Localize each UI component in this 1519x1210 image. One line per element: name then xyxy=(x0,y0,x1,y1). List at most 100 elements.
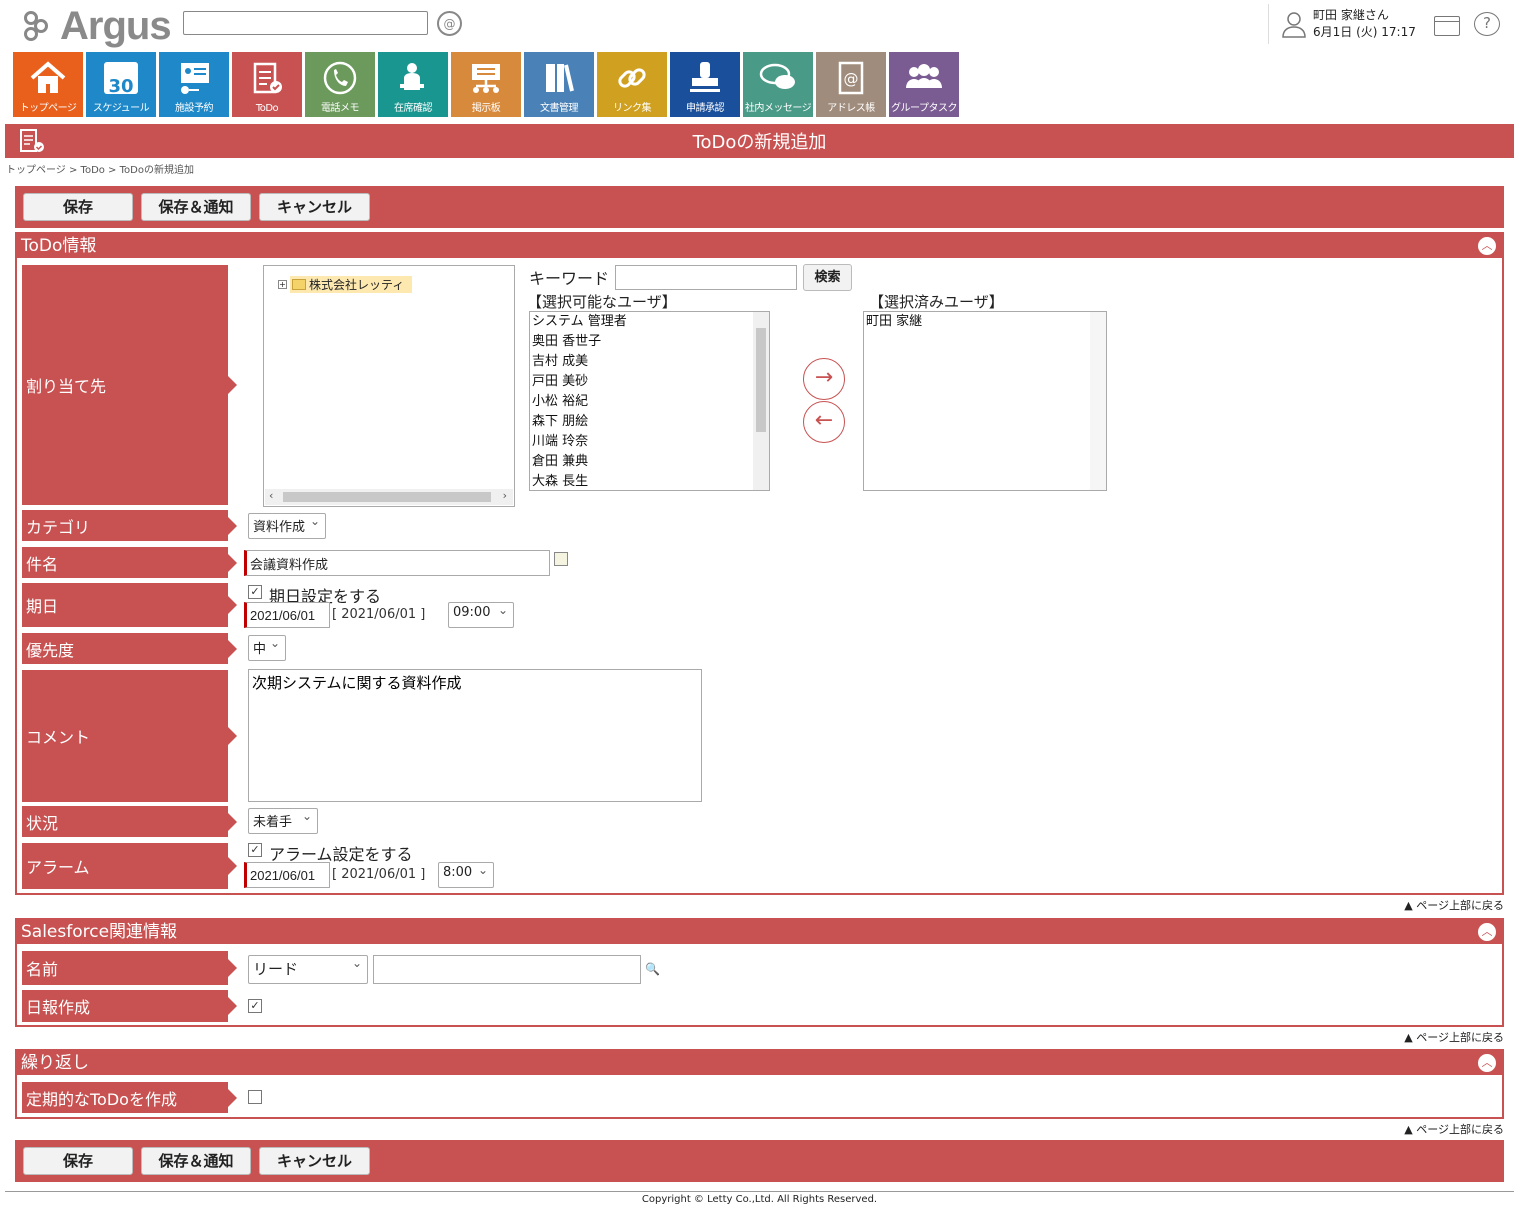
name-label: 名前 xyxy=(22,951,237,985)
search-icon[interactable]: @ xyxy=(437,11,462,36)
daily-report-checkbox[interactable]: ✓ xyxy=(248,999,262,1013)
list-item[interactable]: 川端 玲奈 xyxy=(530,432,769,452)
due-date-display: [ 2021/06/01 ] xyxy=(332,607,426,622)
nav-address-book[interactable]: @ アドレス帳 xyxy=(816,52,886,117)
alarm-time-select[interactable]: 8:00 xyxy=(438,862,494,888)
nav-todo[interactable]: ToDo xyxy=(232,52,302,117)
list-item[interactable]: 森下 朋絵 xyxy=(530,412,769,432)
comment-textarea[interactable]: 次期システムに関する資料作成 xyxy=(248,669,702,802)
save-notify-button[interactable]: 保存＆通知 xyxy=(141,193,251,221)
subject-label: 件名 xyxy=(22,547,237,578)
horizontal-scrollbar[interactable]: ‹ › xyxy=(265,489,513,505)
bottom-action-bar: 保存 保存＆通知 キャンセル xyxy=(15,1140,1504,1182)
user-icon xyxy=(1282,12,1306,38)
nav-internal-message[interactable]: 社内メッセージ xyxy=(743,52,813,117)
selected-users-list[interactable]: 町田 家継 xyxy=(863,311,1107,491)
vertical-scrollbar[interactable] xyxy=(1090,312,1106,490)
alarm-date-input[interactable] xyxy=(244,862,330,888)
back-to-top-link[interactable]: ▲ ページ上部に戻る xyxy=(1404,897,1504,913)
remove-user-arrow-icon[interactable]: ← xyxy=(803,401,845,443)
page-title-bar: ToDoの新規追加 xyxy=(5,124,1514,158)
priority-label: 優先度 xyxy=(22,633,237,664)
tree-node-company[interactable]: 株式会社レッティ xyxy=(290,276,413,293)
footer-divider xyxy=(5,1191,1514,1192)
back-to-top-link[interactable]: ▲ ページ上部に戻る xyxy=(1404,1121,1504,1137)
main-nav: トップページ 30 スケジュール 施設予約 ToDo 電話メモ 在席確認 掲示板… xyxy=(13,52,962,117)
cancel-button[interactable]: キャンセル xyxy=(259,193,370,221)
todo-info-header: ToDo情報 ︿ xyxy=(17,234,1502,258)
due-label: 期日 xyxy=(22,583,237,627)
category-select[interactable]: 資料作成 xyxy=(248,513,326,539)
window-icon[interactable] xyxy=(1434,16,1460,36)
facility-icon xyxy=(174,58,214,98)
list-item[interactable]: 倉田 兼典 xyxy=(530,452,769,472)
periodic-todo-checkbox[interactable] xyxy=(248,1090,262,1104)
status-select[interactable]: 未着手 xyxy=(248,808,318,834)
list-item[interactable]: 小松 裕紀 xyxy=(530,392,769,412)
search-button[interactable]: 検索 xyxy=(803,264,852,291)
list-item[interactable]: 吉村 成美 xyxy=(530,352,769,372)
expand-icon[interactable]: + xyxy=(278,280,287,289)
nav-approval[interactable]: 申請承認 xyxy=(670,52,740,117)
nav-facility[interactable]: 施設予約 xyxy=(159,52,229,117)
save-button[interactable]: 保存 xyxy=(23,1147,133,1175)
org-tree[interactable]: + 株式会社レッティ ‹ › xyxy=(263,265,515,507)
save-button[interactable]: 保存 xyxy=(23,193,133,221)
add-user-arrow-icon[interactable]: → xyxy=(803,358,845,400)
nav-links[interactable]: リンク集 xyxy=(597,52,667,117)
comment-label: コメント xyxy=(22,670,237,802)
message-icon xyxy=(758,58,798,98)
svg-text:@: @ xyxy=(844,70,859,88)
cancel-button[interactable]: キャンセル xyxy=(259,1147,370,1175)
available-users-list[interactable]: システム 管理者 奥田 香世子 吉村 成美 戸田 美砂 小松 裕紀 森下 朋絵 … xyxy=(529,311,770,491)
user-info[interactable]: 町田 家継さん 6月1日 (火) 17:17 xyxy=(1268,4,1416,44)
nav-phone-memo[interactable]: 電話メモ xyxy=(305,52,375,117)
nav-schedule[interactable]: 30 スケジュール xyxy=(86,52,156,117)
group-task-icon xyxy=(904,58,944,98)
nav-group-task[interactable]: グループタスク xyxy=(889,52,959,117)
nav-presence[interactable]: 在席確認 xyxy=(378,52,448,117)
nav-documents[interactable]: 文書管理 xyxy=(524,52,594,117)
nav-bulletin-board[interactable]: 掲示板 xyxy=(451,52,521,117)
collapse-icon[interactable]: ︿ xyxy=(1477,236,1497,256)
calendar-icon: 30 xyxy=(101,58,141,98)
list-item[interactable]: システム 管理者 xyxy=(530,312,769,332)
collapse-icon[interactable]: ︿ xyxy=(1477,922,1497,942)
list-item[interactable]: 大森 長生 xyxy=(530,472,769,490)
subject-input[interactable] xyxy=(244,550,550,576)
assign-label: 割り当て先 xyxy=(22,265,237,505)
nav-top-page[interactable]: トップページ xyxy=(13,52,83,117)
due-date-input[interactable] xyxy=(244,602,330,628)
save-notify-button[interactable]: 保存＆通知 xyxy=(141,1147,251,1175)
page-title: ToDoの新規追加 xyxy=(692,132,827,153)
list-item[interactable]: 奥田 香世子 xyxy=(530,332,769,352)
alarm-label: アラーム xyxy=(22,843,237,889)
due-checkbox[interactable]: ✓ xyxy=(248,585,262,599)
list-item[interactable]: 戸田 美砂 xyxy=(530,372,769,392)
alarm-checkbox[interactable]: ✓ xyxy=(248,843,262,857)
top-action-bar: 保存 保存＆通知 キャンセル xyxy=(15,186,1504,228)
back-to-top-link[interactable]: ▲ ページ上部に戻る xyxy=(1404,1029,1504,1045)
list-item[interactable]: 町田 家継 xyxy=(864,312,1106,332)
due-time-select[interactable]: 09:00 xyxy=(448,602,514,628)
search-input[interactable] xyxy=(183,11,428,35)
phone-icon xyxy=(320,58,360,98)
breadcrumb[interactable]: トップページ > ToDo > ToDoの新規追加 xyxy=(6,161,194,176)
link-icon xyxy=(612,58,652,98)
category-label: カテゴリ xyxy=(22,510,237,541)
address-book-icon: @ xyxy=(831,58,871,98)
keyword-input[interactable] xyxy=(615,265,797,290)
template-icon[interactable] xyxy=(554,552,568,566)
name-type-select[interactable]: リード xyxy=(248,955,368,984)
argus-logo[interactable]: Argus xyxy=(24,4,172,49)
name-input[interactable] xyxy=(373,955,641,984)
available-users-label: 【選択可能なユーザ】 xyxy=(527,293,677,311)
lookup-search-icon[interactable]: 🔍 xyxy=(645,962,660,976)
todo-icon xyxy=(247,58,287,98)
user-name: 町田 家継さん xyxy=(1313,8,1389,22)
priority-select[interactable]: 中 xyxy=(248,635,286,661)
vertical-scrollbar[interactable] xyxy=(753,312,769,490)
help-icon[interactable]: ? xyxy=(1474,12,1500,36)
logo-text: Argus xyxy=(60,4,172,48)
collapse-icon[interactable]: ︿ xyxy=(1477,1053,1497,1073)
